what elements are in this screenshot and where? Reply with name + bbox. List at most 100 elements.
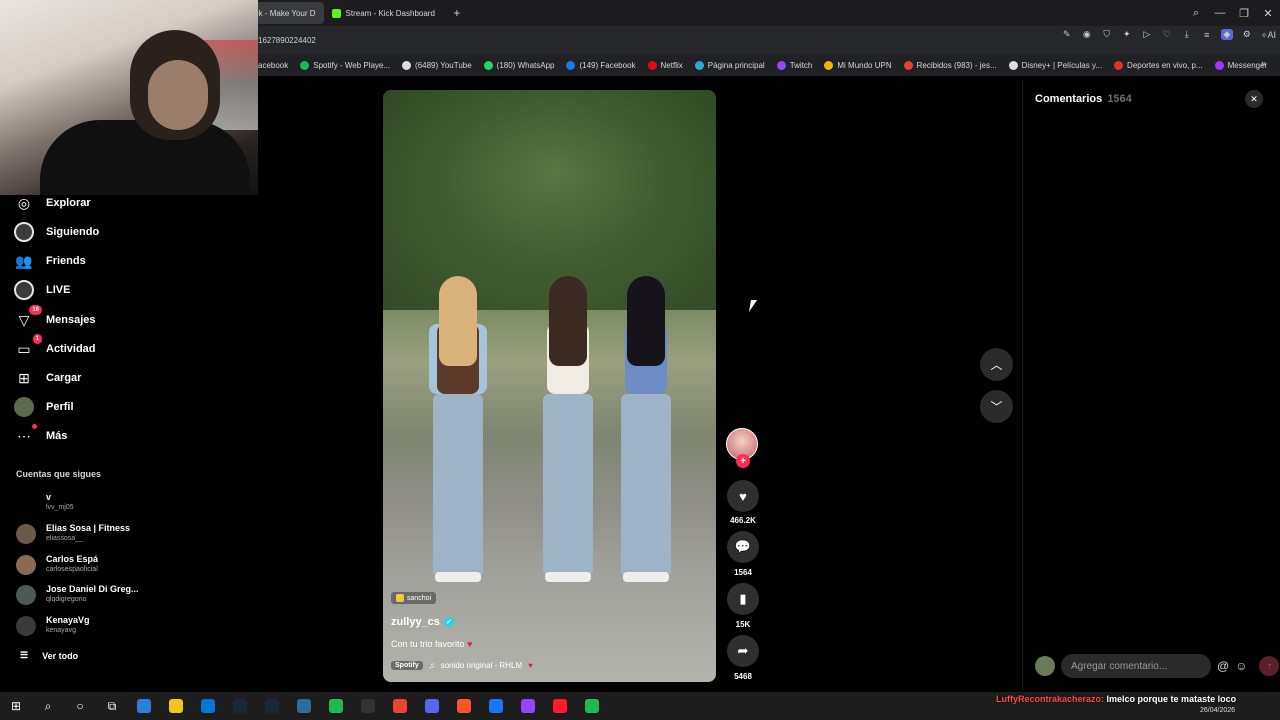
bookmark-favicon-icon bbox=[694, 60, 704, 70]
heart-icon[interactable]: ♡ bbox=[1161, 29, 1173, 40]
settings-icon[interactable]: ⚙ bbox=[1241, 29, 1253, 40]
emoji-icon[interactable]: ☺ bbox=[1235, 659, 1247, 673]
bookmark-favicon-icon bbox=[1008, 60, 1018, 70]
sidebar-item-ms[interactable]: ⋯ Más bbox=[14, 424, 68, 447]
bookmark-item[interactable]: Twitch bbox=[776, 60, 812, 70]
taskbar-app[interactable] bbox=[224, 692, 256, 720]
follow-button[interactable]: + bbox=[736, 454, 750, 468]
video-music[interactable]: Spotify ♫ sonido original - RHLM ♥ bbox=[391, 661, 533, 670]
mention-icon[interactable]: @ bbox=[1217, 659, 1229, 673]
extension-icon[interactable]: ✦ bbox=[1121, 29, 1133, 40]
circle-icon: ○ bbox=[76, 699, 84, 713]
search-icon[interactable]: ⌕ bbox=[1184, 7, 1208, 20]
shield-icon[interactable]: ⛉ bbox=[1101, 29, 1113, 40]
send-comment-button[interactable]: ↑ bbox=[1259, 656, 1280, 676]
close-comments-button[interactable]: ✕ bbox=[1245, 90, 1263, 108]
start-button[interactable]: ⊞ bbox=[0, 692, 32, 720]
sidebar-item-actividad[interactable]: ▭ 1 Actividad bbox=[14, 334, 96, 360]
previous-video-button[interactable]: ︿ bbox=[980, 348, 1013, 381]
taskbar-app[interactable] bbox=[576, 692, 608, 720]
taskbar-app[interactable] bbox=[416, 692, 448, 720]
url-field[interactable]: 1627890224402 bbox=[258, 36, 316, 45]
sound-tag[interactable]: sanchoi bbox=[391, 592, 437, 604]
following-account[interactable]: KenayaVg kenayavg bbox=[16, 615, 90, 636]
maximize-button[interactable]: ❐ bbox=[1232, 7, 1256, 20]
profile-icon[interactable]: ◆ bbox=[1220, 29, 1233, 40]
see-all-link[interactable]: ☰ Ver todo bbox=[20, 650, 78, 661]
taskbar-search-button[interactable]: ⌕ bbox=[32, 692, 64, 720]
camera-icon[interactable]: ◉ bbox=[1081, 29, 1093, 40]
sidebar-item-mensajes[interactable]: ▽ 16 Mensajes bbox=[14, 305, 96, 331]
bookmarks-overflow-icon[interactable]: » bbox=[1261, 58, 1266, 68]
bookmark-label: Mi Mundo UPN bbox=[837, 60, 892, 70]
sidebar-item-explorar[interactable]: ◎ Explorar bbox=[14, 192, 91, 214]
following-account[interactable]: Carlos Espá carlosespaoficial bbox=[16, 554, 98, 575]
taskbar-app[interactable] bbox=[288, 692, 320, 720]
menu-icon[interactable]: ≡ bbox=[1201, 30, 1213, 40]
bookmark-label: Página principal bbox=[707, 60, 765, 70]
bookmark-favicon-icon bbox=[776, 60, 786, 70]
sidebar-item-perfil[interactable]: Perfil bbox=[14, 396, 74, 418]
bookmark-item[interactable]: Disney+ | Películas y... bbox=[1008, 60, 1102, 70]
video-author[interactable]: zullyy_cs ✓ bbox=[391, 616, 454, 628]
music-note-icon: ♫ bbox=[428, 661, 435, 670]
following-account[interactable]: v lvv_mj05 bbox=[16, 492, 74, 513]
taskbar-app[interactable] bbox=[160, 692, 192, 720]
share-button[interactable]: ➦ bbox=[727, 635, 759, 667]
avatar bbox=[16, 523, 36, 544]
bookmark-item[interactable]: Netflix bbox=[647, 60, 683, 70]
sidebar-item-siguiendo[interactable]: Siguiendo bbox=[14, 221, 99, 243]
taskbar-app[interactable] bbox=[512, 692, 544, 720]
video-person bbox=[533, 276, 603, 596]
account-handle: kenayavg bbox=[46, 627, 76, 634]
browser-tab[interactable]: Stream - Kick Dashboard bbox=[324, 2, 443, 24]
like-button[interactable]: ♥ bbox=[727, 480, 759, 512]
taskbar-app[interactable] bbox=[384, 692, 416, 720]
video-player[interactable]: sanchoi zullyy_cs ✓ Con tu trio favorito… bbox=[383, 90, 716, 682]
task-view-button[interactable]: ⧉ bbox=[96, 692, 128, 720]
bookmark-item[interactable]: Recibidos (983) - jes... bbox=[903, 60, 997, 70]
download-icon[interactable]: ⤓ bbox=[1181, 29, 1193, 40]
taskbar-app[interactable] bbox=[128, 692, 160, 720]
taskbar-app[interactable] bbox=[352, 692, 384, 720]
bookmark-label: (149) Facebook bbox=[579, 60, 636, 70]
comment-input-row: @ ☺ ↑ bbox=[1035, 654, 1280, 678]
bookmark-item[interactable]: Deportes en vivo, p... bbox=[1114, 60, 1203, 70]
comments-panel: Comentarios 1564 ✕ @ ☺ ↑ bbox=[1022, 80, 1280, 690]
ai-button[interactable]: ✧AI bbox=[1261, 30, 1276, 40]
bookmark-item[interactable]: Mi Mundo UPN bbox=[824, 60, 892, 70]
following-account[interactable]: Jose Daniel Di Greg... qlqdigregorio bbox=[16, 584, 139, 605]
bookmark-item[interactable]: (149) Facebook bbox=[566, 60, 636, 70]
new-tab-button[interactable]: + bbox=[449, 5, 465, 21]
bookmark-item[interactable]: acebook bbox=[258, 61, 288, 70]
person-hair bbox=[627, 276, 665, 366]
bookmark-item[interactable]: Spotify - Web Playe... bbox=[300, 60, 390, 70]
edit-icon[interactable]: ✎ bbox=[1061, 29, 1073, 40]
minimize-button[interactable]: — bbox=[1208, 7, 1232, 19]
taskbar-app[interactable] bbox=[480, 692, 512, 720]
taskbar-app[interactable] bbox=[320, 692, 352, 720]
sidebar-item-label: Más bbox=[46, 430, 68, 442]
following-account[interactable]: Elias Sosa | Fitness eliassosa__ bbox=[16, 523, 130, 544]
bookmark-item[interactable]: (6489) YouTube bbox=[402, 60, 472, 70]
close-window-button[interactable]: ✕ bbox=[1256, 7, 1280, 20]
sidebar-item-cargar[interactable]: ⊞ Cargar bbox=[14, 367, 81, 389]
comment-count: 1564 bbox=[734, 568, 752, 577]
bookmark-favicon-icon bbox=[1114, 60, 1124, 70]
sidebar-item-live[interactable]: LIVE bbox=[14, 279, 70, 301]
taskbar-app[interactable] bbox=[256, 692, 288, 720]
bookmark-item[interactable]: Messenger bbox=[1214, 60, 1267, 70]
cortana-button[interactable]: ○ bbox=[64, 692, 96, 720]
next-video-button[interactable]: ﹀ bbox=[980, 390, 1013, 423]
play-icon[interactable]: ▷ bbox=[1141, 29, 1153, 40]
taskbar-app[interactable] bbox=[192, 692, 224, 720]
task-view-icon: ⧉ bbox=[107, 698, 117, 713]
sidebar-item-friends[interactable]: 👥 Friends bbox=[14, 250, 85, 272]
comment-input[interactable] bbox=[1061, 654, 1211, 678]
bookmark-item[interactable]: Página principal bbox=[694, 60, 765, 70]
comment-button[interactable]: 💬 bbox=[727, 531, 759, 563]
bookmark-item[interactable]: (180) WhatsApp bbox=[483, 60, 554, 70]
taskbar-app[interactable] bbox=[448, 692, 480, 720]
save-button[interactable]: ▮ bbox=[727, 583, 759, 615]
taskbar-app[interactable] bbox=[544, 692, 576, 720]
